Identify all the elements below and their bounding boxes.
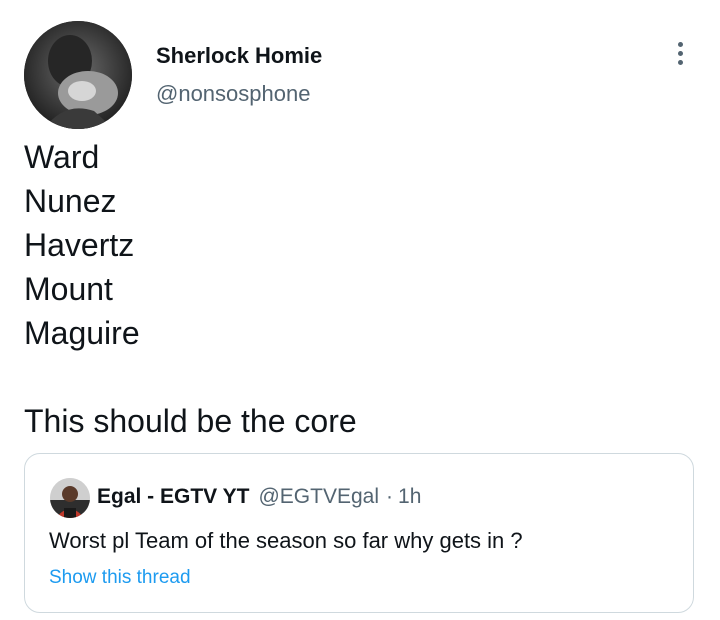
quoted-tweet-timestamp[interactable]: 1h	[398, 485, 421, 509]
author-handle[interactable]: @nonsosphone	[156, 81, 310, 107]
profile-photo-icon	[24, 21, 132, 129]
tweet-line: Havertz	[24, 227, 135, 263]
author-avatar[interactable]	[24, 21, 132, 129]
quoted-author-handle[interactable]: @EGTVEgal	[258, 485, 379, 509]
separator-dot: ·	[386, 485, 394, 508]
quoted-tweet-text: Worst pl Team of the season so far why g…	[49, 528, 523, 553]
tweet-line: Nunez	[24, 183, 117, 219]
quoted-author-name[interactable]: Egal - EGTV YT	[97, 485, 249, 509]
dot	[677, 41, 683, 47]
quoted-tweet-card[interactable]: Egal - EGTV YT @EGTVEgal · 1h Worst pl T…	[24, 453, 694, 613]
tweet-line: Maguire	[24, 315, 140, 351]
profile-photo-icon	[50, 478, 90, 518]
dot	[677, 59, 683, 65]
quoted-author-avatar[interactable]	[50, 478, 90, 518]
quoted-tweet-header: Egal - EGTV YT @EGTVEgal · 1h	[97, 485, 421, 509]
show-thread-link[interactable]: Show this thread	[49, 567, 191, 589]
tweet-line: Ward	[24, 139, 100, 175]
tweet-line: Mount	[24, 271, 113, 307]
line-break	[24, 355, 684, 399]
dot	[677, 50, 683, 56]
author-name[interactable]: Sherlock Homie	[156, 43, 322, 69]
more-options-button[interactable]	[664, 36, 696, 70]
tweet-closing-line: This should be the core	[24, 403, 357, 439]
tweet-text: Ward Nunez Havertz Mount Maguire This sh…	[24, 135, 684, 443]
